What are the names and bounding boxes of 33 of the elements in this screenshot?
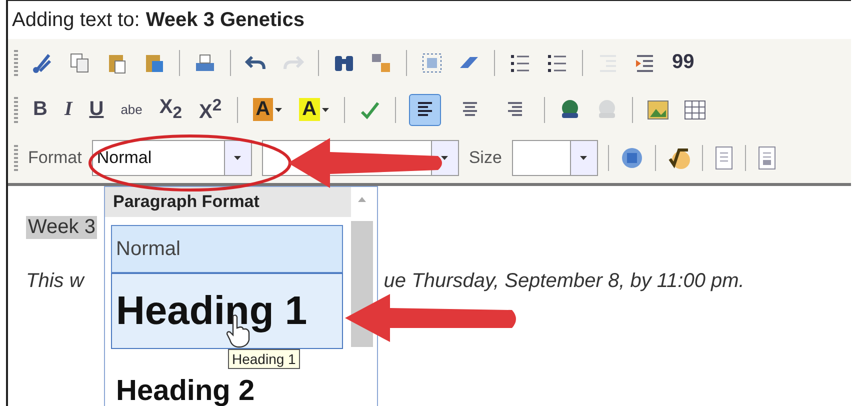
caret-icon [441, 156, 448, 160]
image-icon[interactable] [646, 98, 670, 122]
format-button[interactable]: I [62, 98, 74, 121]
format-button[interactable]: U [87, 98, 106, 121]
blockquote-button[interactable]: 99 [670, 51, 696, 74]
dropdown-option[interactable]: Heading 2 [111, 375, 343, 406]
caret-icon [275, 108, 282, 112]
document-icon[interactable] [756, 145, 778, 171]
format-button[interactable]: abe [118, 102, 144, 117]
select-all-icon[interactable] [420, 50, 444, 74]
document-icon[interactable] [712, 145, 735, 171]
table-icon[interactable] [682, 98, 707, 122]
format-select[interactable]: Normal [92, 140, 252, 176]
body-text: ue Thursday, September 8, by 11:00 pm. [384, 270, 744, 293]
tooltip: Heading 1 [228, 349, 300, 369]
dropdown-option[interactable]: Heading 1 [111, 273, 343, 349]
format-label: Format [28, 148, 82, 168]
size-select[interactable] [512, 140, 598, 176]
header-label: Adding text to: [12, 8, 140, 32]
body-text: This w [26, 270, 84, 293]
body-text: Week 3 [26, 216, 98, 239]
header-title: Week 3 Genetics [146, 8, 304, 32]
dropdown-header: Paragraph Format [105, 187, 351, 217]
dropdown-option[interactable]: Normal [111, 225, 343, 273]
align-left-icon[interactable] [408, 94, 441, 126]
caret-icon [322, 108, 329, 112]
caret-icon [580, 156, 588, 160]
format-button[interactable]: X$_{2}$ [157, 96, 184, 123]
caret-icon [234, 156, 242, 160]
size-label: Size [468, 148, 502, 168]
format-button[interactable]: B [31, 98, 50, 121]
scroll-up-icon[interactable] [358, 197, 366, 202]
format-button[interactable]: X$^{2}$ [197, 95, 224, 124]
